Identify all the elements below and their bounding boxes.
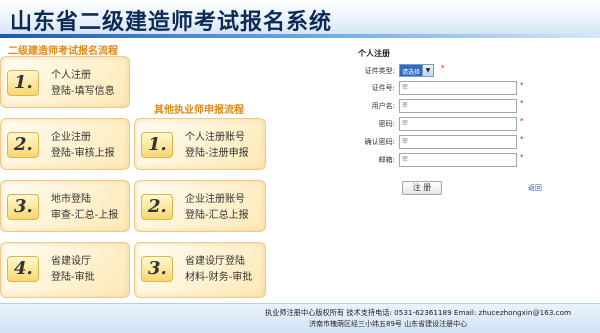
step-number: 4.: [7, 256, 39, 282]
form-title: 个人注册: [358, 49, 390, 58]
step-title: 地市登陆: [51, 194, 91, 205]
password-input[interactable]: 密: [399, 117, 517, 131]
step-number: 2.: [7, 132, 39, 158]
required-mark: *: [520, 135, 524, 143]
email-row: 邮箱: 密 *: [290, 153, 600, 167]
required-mark: *: [520, 81, 524, 89]
step-title: 企业注册账号: [185, 194, 245, 205]
step-desc: 登陆-汇总上报: [185, 210, 249, 221]
username-row: 用户名: 密 *: [290, 99, 600, 113]
id-type-row: 证件类型: 请选择 ▼ *: [290, 64, 600, 78]
step-number: 2.: [141, 194, 173, 220]
required-mark: *: [520, 117, 524, 125]
step-number: 1.: [7, 70, 39, 96]
step-number: 3.: [7, 194, 39, 220]
password-label: 密码:: [378, 120, 395, 128]
step-title: 个人注册: [51, 70, 91, 81]
step-desc: 登陆-填写信息: [51, 86, 115, 97]
id-type-value: 请选择: [400, 65, 423, 76]
page-title: 山东省二级建造师考试报名系统: [10, 10, 333, 35]
back-link[interactable]: 返回: [528, 183, 542, 193]
other-step-3: 3. 省建设厅登陆 材料-财务-审批: [134, 242, 266, 298]
confirm-password-label: 确认密码:: [364, 138, 395, 146]
id-number-input[interactable]: 密: [399, 81, 517, 95]
step-number: 3.: [141, 256, 173, 282]
other-step-1: 1. 个人注册账号 登陆-注册申报: [134, 118, 266, 170]
confirm-password-row: 确认密码: 密 *: [290, 135, 600, 149]
step-title: 省建设厅: [51, 256, 91, 267]
process-title: 二级建造师考试报名流程: [8, 46, 118, 57]
step-desc: 审查-汇总-上报: [51, 210, 119, 221]
email-input[interactable]: 密: [399, 153, 517, 167]
footer-copyright: 执业师注册中心版权所有 技术支持电话: 0531-62361189 Email:…: [265, 308, 572, 317]
process-step-4: 4. 省建设厅登陆-审批: [0, 242, 130, 298]
process-panel: 二级建造师考试报名流程 其他执业师申报流程 1. 个人注册登陆-填写信息 2. …: [0, 38, 275, 303]
step-desc: 材料-财务-审批: [185, 272, 253, 283]
step-title: 企业注册: [51, 132, 91, 143]
process-step-3: 3. 地市登陆审查-汇总-上报: [0, 180, 130, 232]
step-title: 省建设厅登陆: [185, 256, 245, 267]
username-label: 用户名:: [371, 102, 395, 110]
id-type-select[interactable]: 请选择 ▼: [399, 64, 435, 77]
footer: 执业师注册中心版权所有 技术支持电话: 0531-62361189 Email:…: [0, 303, 600, 333]
step-title: 个人注册账号: [185, 132, 245, 143]
step-desc: 登陆-审批: [51, 272, 95, 283]
registration-form: 个人注册 证件类型: 请选择 ▼ * 证件号: 密 * 用户名: 密 * 密码:…: [290, 38, 600, 303]
other-step-2: 2. 企业注册账号 登陆-汇总上报: [134, 180, 266, 232]
required-mark: *: [520, 153, 524, 161]
process-step-1: 1. 个人注册登陆-填写信息: [0, 56, 130, 108]
other-process-title: 其他执业师申报流程: [154, 105, 244, 116]
id-type-label: 证件类型:: [364, 67, 395, 75]
id-number-row: 证件号: 密 *: [290, 81, 600, 95]
chevron-down-icon[interactable]: ▼: [422, 65, 434, 76]
step-desc: 登陆-注册申报: [185, 148, 249, 159]
username-input[interactable]: 密: [399, 99, 517, 113]
register-button[interactable]: 注 册: [402, 181, 442, 195]
required-mark: *: [520, 99, 524, 107]
header-banner: 山东省二级建造师考试报名系统: [0, 0, 600, 38]
password-row: 密码: 密 *: [290, 117, 600, 131]
step-number: 1.: [141, 132, 173, 158]
required-mark: *: [441, 64, 445, 72]
id-number-label: 证件号:: [371, 84, 395, 92]
process-step-2: 2. 企业注册登陆-审核上报: [0, 118, 130, 170]
email-label: 邮箱:: [378, 156, 395, 164]
footer-address: 济南市槐荫区经三小纬五89号 山东省建设注册中心: [309, 320, 468, 328]
confirm-password-input[interactable]: 密: [399, 135, 517, 149]
step-desc: 登陆-审核上报: [51, 148, 115, 159]
